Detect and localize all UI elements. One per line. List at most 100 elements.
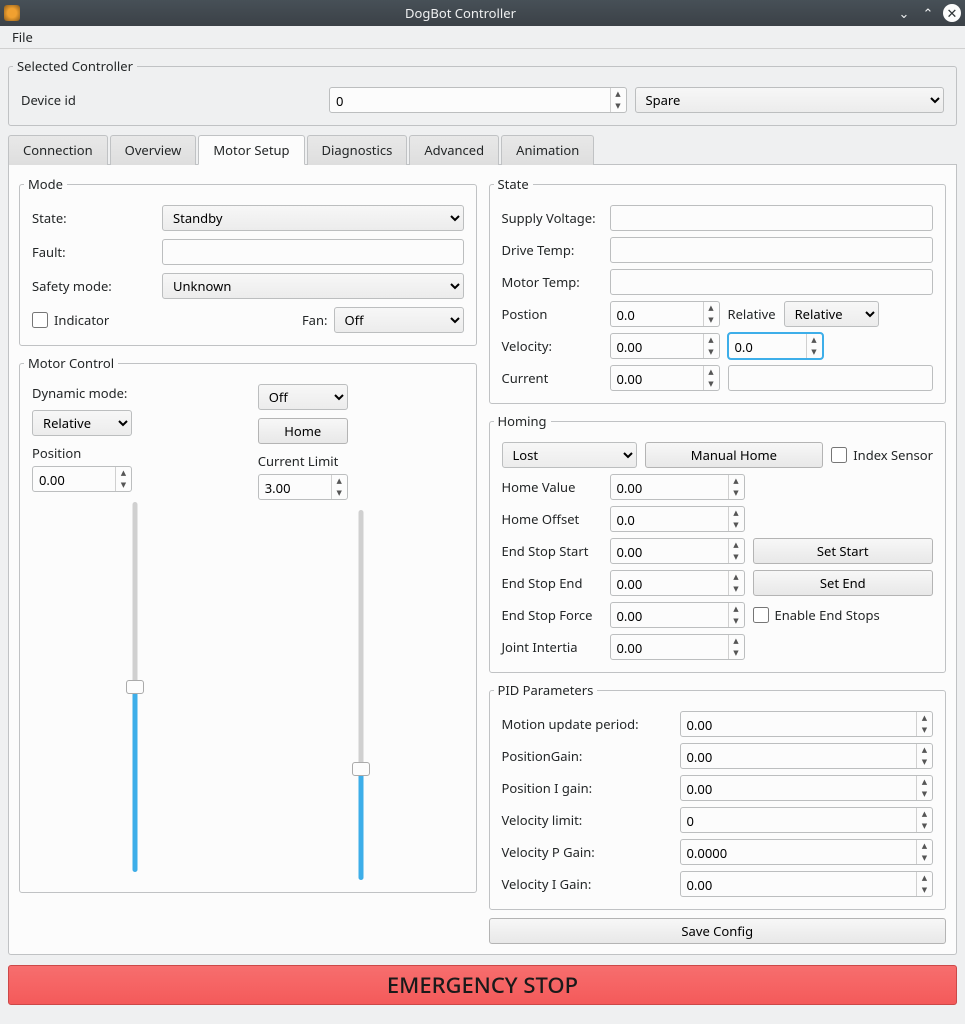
position-spin-input[interactable] xyxy=(33,467,115,493)
dynamic-mode-label: Dynamic mode: xyxy=(32,384,238,402)
spin-up-icon[interactable]: ▲ xyxy=(704,366,719,378)
index-sensor-label: Index Sensor xyxy=(853,446,933,464)
motor-control-group: Motor Control Dynamic mode: Relative Pos… xyxy=(19,354,477,893)
velocity-i-gain-spinbox[interactable]: ▲▼ xyxy=(680,871,934,897)
tab-animation[interactable]: Animation xyxy=(501,135,594,165)
end-stop-force-spinbox[interactable]: ▲▼ xyxy=(610,602,745,628)
position-spinbox[interactable]: ▲▼ xyxy=(32,466,132,492)
drive-temp-field[interactable] xyxy=(610,237,934,263)
homing-state-select[interactable]: Lost xyxy=(502,442,637,468)
fan-label: Fan: xyxy=(302,311,328,329)
position-slider-label: Position xyxy=(32,444,238,462)
spin-down-icon[interactable]: ▼ xyxy=(704,314,719,326)
velocity-text-spinbox[interactable]: ▲▼ xyxy=(728,333,823,359)
position-slider[interactable] xyxy=(129,502,141,872)
spin-down-icon[interactable]: ▼ xyxy=(807,346,822,358)
current-limit-slider[interactable] xyxy=(355,510,367,880)
spin-up-icon[interactable]: ▲ xyxy=(611,88,626,100)
spin-down-icon[interactable]: ▼ xyxy=(704,378,719,390)
relative-select[interactable]: Relative xyxy=(32,410,132,436)
fault-field[interactable] xyxy=(162,239,464,265)
index-sensor-input[interactable] xyxy=(831,447,847,463)
relative-label: Relative xyxy=(728,305,776,323)
menu-file[interactable]: File xyxy=(6,26,39,48)
title-bar: DogBot Controller ⌄ ⌃ ✕ xyxy=(0,0,965,26)
maximize-icon[interactable]: ⌃ xyxy=(919,4,937,22)
close-icon[interactable]: ✕ xyxy=(943,4,961,22)
device-name-select[interactable]: Spare xyxy=(635,87,945,113)
spin-down-icon[interactable]: ▼ xyxy=(611,100,626,112)
position-gain-spinbox[interactable]: ▲▼ xyxy=(680,743,934,769)
manual-home-button[interactable]: Manual Home xyxy=(645,442,824,468)
motor-temp-field[interactable] xyxy=(610,269,934,295)
spin-up-icon[interactable]: ▲ xyxy=(704,334,719,346)
velocity-spin-input[interactable] xyxy=(611,334,703,360)
velocity-limit-spinbox[interactable]: ▲▼ xyxy=(680,807,934,833)
home-offset-spinbox[interactable]: ▲▼ xyxy=(610,506,745,532)
enable-end-stops-checkbox[interactable]: Enable End Stops xyxy=(753,606,934,624)
tab-connection[interactable]: Connection xyxy=(8,135,108,165)
spin-down-icon[interactable]: ▼ xyxy=(116,479,131,491)
tab-diagnostics[interactable]: Diagnostics xyxy=(307,135,408,165)
emergency-stop-button[interactable]: EMERGENCY STOP xyxy=(8,965,957,1005)
enable-end-stops-label: Enable End Stops xyxy=(775,606,880,624)
current-limit-input[interactable] xyxy=(259,475,331,501)
position-state-spinbox[interactable]: ▲▼ xyxy=(610,301,720,327)
end-stop-start-spinbox[interactable]: ▲▼ xyxy=(610,538,745,564)
tab-overview[interactable]: Overview xyxy=(110,135,197,165)
spin-up-icon[interactable]: ▲ xyxy=(807,334,822,346)
current-text-field[interactable] xyxy=(728,365,934,391)
relative-state-select[interactable]: Relative xyxy=(784,301,879,327)
homing-group: Homing Lost Manual Home Index Sensor Hom… xyxy=(489,412,947,673)
end-stop-force-label: End Stop Force xyxy=(502,606,602,624)
velocity-p-gain-label: Velocity P Gain: xyxy=(502,843,672,861)
device-id-input[interactable] xyxy=(330,88,610,114)
spin-down-icon[interactable]: ▼ xyxy=(704,346,719,358)
position-state-input[interactable] xyxy=(611,302,703,328)
indicator-checkbox-input[interactable] xyxy=(32,312,48,328)
safety-mode-select[interactable]: Unknown xyxy=(162,273,464,299)
supply-voltage-field[interactable] xyxy=(610,205,934,231)
current-spinbox[interactable]: ▲▼ xyxy=(610,365,720,391)
current-spin-input[interactable] xyxy=(611,366,703,392)
indicator-checkbox[interactable]: Indicator xyxy=(32,311,302,329)
set-start-button[interactable]: Set Start xyxy=(753,538,934,564)
tab-motor-setup[interactable]: Motor Setup xyxy=(198,135,304,165)
dynamic-mode-select[interactable]: Off xyxy=(258,384,348,410)
spin-up-icon[interactable]: ▲ xyxy=(116,467,131,479)
spin-down-icon[interactable]: ▼ xyxy=(332,487,347,499)
enable-end-stops-input[interactable] xyxy=(753,607,769,623)
device-id-spinbox[interactable]: ▲▼ xyxy=(329,87,627,113)
window-title: DogBot Controller xyxy=(26,4,895,22)
set-end-button[interactable]: Set End xyxy=(753,570,934,596)
index-sensor-checkbox[interactable]: Index Sensor xyxy=(831,446,933,464)
minimize-icon[interactable]: ⌄ xyxy=(895,4,913,22)
motion-period-spinbox[interactable]: ▲▼ xyxy=(680,711,934,737)
current-limit-spinbox[interactable]: ▲▼ xyxy=(258,474,348,500)
safety-mode-label: Safety mode: xyxy=(32,277,162,295)
pid-legend: PID Parameters xyxy=(494,681,598,699)
velocity-text-input[interactable] xyxy=(729,334,806,360)
menu-bar: File xyxy=(0,26,965,49)
spin-up-icon[interactable]: ▲ xyxy=(332,475,347,487)
state-label: State: xyxy=(32,209,162,227)
mode-legend: Mode xyxy=(24,175,67,193)
supply-voltage-label: Supply Voltage: xyxy=(502,209,602,227)
tab-advanced[interactable]: Advanced xyxy=(409,135,499,165)
end-stop-end-label: End Stop End xyxy=(502,574,602,592)
state-legend: State xyxy=(494,175,533,193)
velocity-p-gain-spinbox[interactable]: ▲▼ xyxy=(680,839,934,865)
spin-up-icon[interactable]: ▲ xyxy=(704,302,719,314)
fan-select[interactable]: Off xyxy=(334,307,464,333)
joint-inertia-spinbox[interactable]: ▲▼ xyxy=(610,634,745,660)
velocity-label: Velocity: xyxy=(502,337,602,355)
end-stop-end-spinbox[interactable]: ▲▼ xyxy=(610,570,745,596)
velocity-spinbox[interactable]: ▲▼ xyxy=(610,333,720,359)
position-i-gain-spinbox[interactable]: ▲▼ xyxy=(680,775,934,801)
state-select[interactable]: Standby xyxy=(162,205,464,231)
indicator-label: Indicator xyxy=(54,311,109,329)
save-config-button[interactable]: Save Config xyxy=(489,918,947,944)
homing-legend: Homing xyxy=(494,412,551,430)
home-button[interactable]: Home xyxy=(258,418,348,444)
home-value-spinbox[interactable]: ▲▼ xyxy=(610,474,745,500)
